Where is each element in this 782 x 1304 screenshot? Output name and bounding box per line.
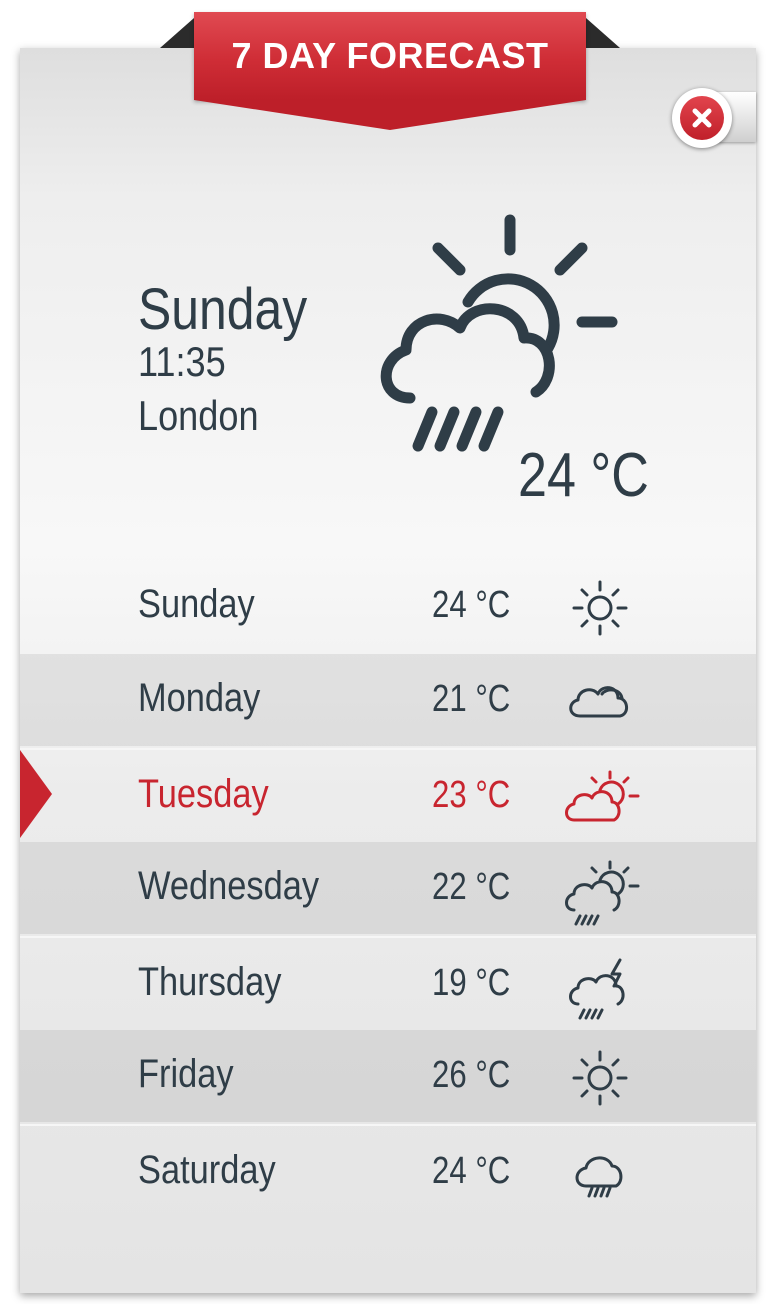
close-button[interactable] <box>672 88 732 148</box>
row-day: Sunday <box>138 582 255 626</box>
forecast-row-sunday[interactable]: Sunday 24 °C <box>20 560 756 652</box>
cloud-icon <box>569 686 628 718</box>
sun-icon <box>572 580 628 636</box>
forecast-row-friday[interactable]: Friday 26 °C <box>20 1030 756 1122</box>
sun-cloud-rain-icon <box>565 860 640 926</box>
row-day: Monday <box>138 676 261 720</box>
row-temp: 21 °C <box>432 678 511 720</box>
ribbon-tail <box>194 100 586 130</box>
thunderstorm-icon <box>569 958 625 1020</box>
current-city: London <box>138 392 259 439</box>
row-temp: 26 °C <box>432 1054 511 1096</box>
row-temp: 23 °C <box>432 774 511 816</box>
sun-cloud-rain-icon <box>380 214 618 452</box>
current-day: Sunday <box>138 277 308 342</box>
current-temp: 24 °C <box>518 441 649 510</box>
forecast-row-monday[interactable]: Monday 21 °C <box>20 654 756 746</box>
row-day: Tuesday <box>138 772 269 816</box>
partly-cloudy-icon <box>565 770 640 822</box>
row-temp: 19 °C <box>432 962 511 1004</box>
row-day: Saturday <box>138 1148 276 1192</box>
row-day: Friday <box>138 1052 234 1096</box>
row-day: Thursday <box>138 960 282 1004</box>
forecast-row-saturday[interactable]: Saturday 24 °C <box>20 1124 756 1218</box>
sun-icon <box>572 1050 628 1106</box>
row-day: Wednesday <box>138 864 320 908</box>
page-title: 7 DAY FORECAST <box>231 35 549 76</box>
forecast-row-thursday[interactable]: Thursday 19 °C <box>20 936 756 1030</box>
row-temp: 22 °C <box>432 866 511 908</box>
forecast-row-tuesday[interactable]: Tuesday 23 °C <box>20 748 756 842</box>
ribbon-fold-right <box>586 18 620 48</box>
rain-icon <box>575 1156 623 1198</box>
ribbon-fold-left <box>160 18 194 48</box>
close-icon <box>680 96 724 140</box>
forecast-row-wednesday[interactable]: Wednesday 22 °C <box>20 842 756 934</box>
row-temp: 24 °C <box>432 1150 511 1192</box>
current-time: 11:35 <box>138 338 226 385</box>
row-temp: 24 °C <box>432 584 511 626</box>
selected-day-marker <box>20 750 52 838</box>
